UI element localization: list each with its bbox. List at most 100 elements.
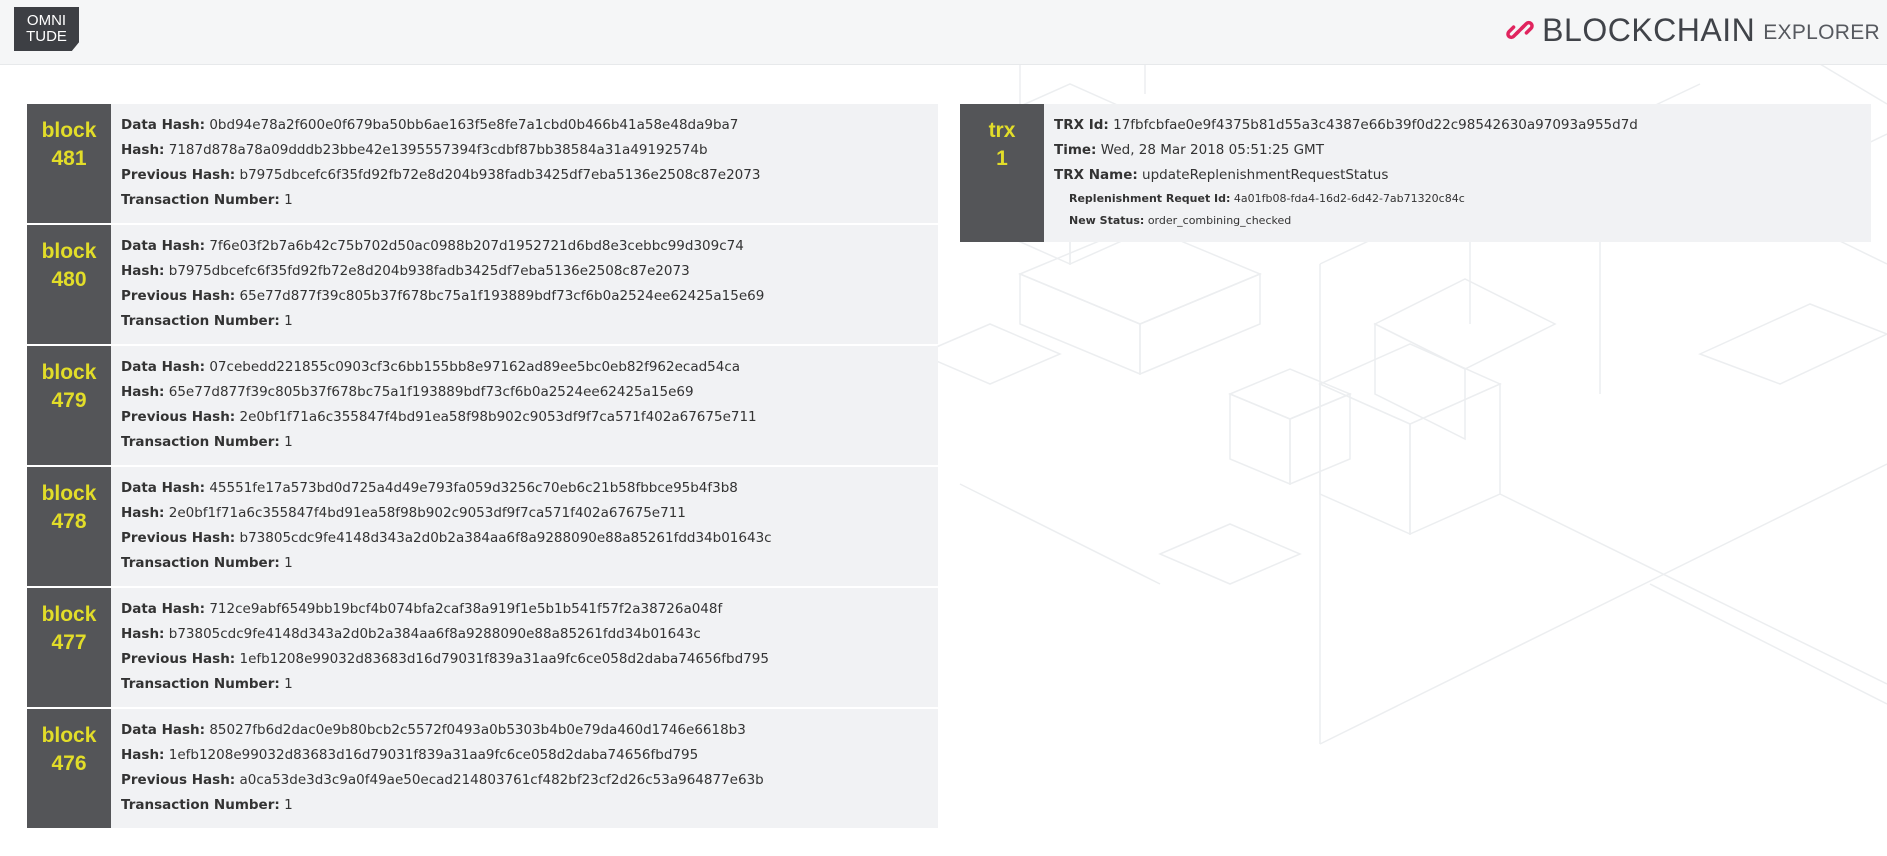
transaction-number-label: Transaction Number: [121,676,280,692]
previous-hash-row: Previous Hash: 1efb1208e99032d83683d16d7… [121,647,769,672]
transaction-number-label: Transaction Number: [121,797,280,813]
omnitude-logo[interactable]: OMNI TUDE [14,7,79,51]
transaction-number-value: 1 [284,434,293,450]
trx-id-label: TRX Id: [1054,117,1109,133]
previous-hash-value: a0ca53de3d3c9a0f49ae50ecad214803761cf482… [239,772,764,788]
hash-label: Hash: [121,384,165,400]
block-card[interactable]: block 479 Data Hash: 07cebedd221855c0903cf… [27,346,938,465]
previous-hash-value: 1efb1208e99032d83683d16d79031f839a31aa9f… [239,651,769,667]
previous-hash-value: 65e77d877f39c805b37f678bc75a1f193889bdf7… [239,288,765,304]
trx-id-value: 17fbfcbfae0e9f4375b81d55a3c4387e66b39f0d… [1113,117,1638,133]
previous-hash-row: Previous Hash: b73805cdc9fe4148d343a2d0b… [121,526,772,551]
previous-hash-row: Previous Hash: b7975dbcefc6f35fd92fb72e8… [121,163,760,188]
block-card[interactable]: block 480 Data Hash: 7f6e03f2b7a6b42c75b70… [27,225,938,344]
hash-value: 65e77d877f39c805b37f678bc75a1f193889bdf7… [168,384,694,400]
hash-label: Hash: [121,747,165,763]
trx-name-label: TRX Name: [1054,167,1138,183]
block-list: block 481 Data Hash: 0bd94e78a2f600e0f679b… [27,104,938,830]
block-number: 476 [51,752,87,775]
block-tag[interactable]: block 481 [27,104,111,223]
block-tag[interactable]: block 479 [27,346,111,465]
logo-line1: OMNI [26,12,67,29]
block-tag-label: block [41,119,97,142]
data-hash-row: Data Hash: 7f6e03f2b7a6b42c75b702d50ac09… [121,234,764,259]
hash-label: Hash: [121,142,165,158]
data-hash-value: 712ce9abf6549bb19bcf4b074bfa2caf38a919f1… [209,601,723,617]
transaction-number-row: Transaction Number: 1 [121,793,764,818]
block-tag[interactable]: block 480 [27,225,111,344]
hash-value: 7187d878a78a09dddb23bbe42e1395557394f3cd… [168,142,708,158]
block-tag-label: block [41,240,97,263]
data-hash-label: Data Hash: [121,238,206,254]
time-value: Wed, 28 Mar 2018 05:51:25 GMT [1100,142,1324,158]
hash-label: Hash: [121,505,165,521]
data-hash-row: Data Hash: 45551fe17a573bd0d725a4d49e793… [121,476,772,501]
block-card[interactable]: block 478 Data Hash: 45551fe17a573bd0d725a… [27,467,938,586]
transaction-number-row: Transaction Number: 1 [121,188,760,213]
transaction-number-value: 1 [284,676,293,692]
block-details: Data Hash: 7f6e03f2b7a6b42c75b702d50ac09… [111,225,774,344]
data-hash-row: Data Hash: 85027fb6d2dac0e9b80bcb2c5572f… [121,718,764,743]
transaction-card[interactable]: trx 1 TRX Id: 17fbfcbfae0e9f4375b81d55a3c4… [960,104,1871,242]
block-details: Data Hash: 07cebedd221855c0903cf3c6bb155… [111,346,767,465]
previous-hash-row: Previous Hash: 2e0bf1f71a6c355847f4bd91e… [121,405,757,430]
block-tag[interactable]: block 478 [27,467,111,586]
transaction-list: trx 1 TRX Id: 17fbfcbfae0e9f4375b81d55a3c4… [960,104,1871,244]
brand-title: BLOCKCHAIN EXPLORER [1506,10,1880,50]
previous-hash-label: Previous Hash: [121,167,236,183]
block-tag[interactable]: block 476 [27,709,111,828]
time-label: Time: [1054,142,1097,158]
logo-line2: TUDE [26,28,67,45]
data-hash-label: Data Hash: [121,480,206,496]
data-hash-value: 85027fb6d2dac0e9b80bcb2c5572f0493a0b5303… [209,722,746,738]
block-card[interactable]: block 476 Data Hash: 85027fb6d2dac0e9b80bc… [27,709,938,828]
block-tag-label: block [41,724,97,747]
data-hash-value: 0bd94e78a2f600e0f679ba50bb6ae163f5e8fe7a… [209,117,739,133]
trx-id-row: TRX Id: 17fbfcbfae0e9f4375b81d55a3c4387e… [1054,113,1638,138]
data-hash-row: Data Hash: 712ce9abf6549bb19bcf4b074bfa2… [121,597,769,622]
block-card[interactable]: block 477 Data Hash: 712ce9abf6549bb19bcf4… [27,588,938,707]
trx-details: TRX Id: 17fbfcbfae0e9f4375b81d55a3c4387e… [1044,104,1648,242]
transaction-number-value: 1 [284,797,293,813]
previous-hash-label: Previous Hash: [121,772,236,788]
transaction-number-label: Transaction Number: [121,555,280,571]
hash-value: b73805cdc9fe4148d343a2d0b2a384aa6f8a9288… [168,626,701,642]
data-hash-value: 7f6e03f2b7a6b42c75b702d50ac0988b207d1952… [209,238,744,254]
block-number: 478 [51,510,87,533]
hash-row: Hash: b73805cdc9fe4148d343a2d0b2a384aa6f… [121,622,769,647]
transaction-number-label: Transaction Number: [121,434,280,450]
hash-row: Hash: b7975dbcefc6f35fd92fb72e8d204b938f… [121,259,764,284]
new-status-row: New Status: order_combining_checked [1054,210,1638,232]
hash-label: Hash: [121,626,165,642]
previous-hash-row: Previous Hash: 65e77d877f39c805b37f678bc… [121,284,764,309]
transaction-number-row: Transaction Number: 1 [121,551,772,576]
data-hash-value: 45551fe17a573bd0d725a4d49e793fa059d3256c… [209,480,738,496]
hash-value: 2e0bf1f71a6c355847f4bd91ea58f98b902c9053… [168,505,686,521]
brand-title-sub: EXPLORER [1763,21,1880,44]
data-hash-label: Data Hash: [121,601,206,617]
block-details: Data Hash: 85027fb6d2dac0e9b80bcb2c5572f… [111,709,774,828]
block-details: Data Hash: 0bd94e78a2f600e0f679ba50bb6ae… [111,104,770,223]
data-hash-value: 07cebedd221855c0903cf3c6bb155bb8e97162ad… [209,359,741,375]
hash-value: 1efb1208e99032d83683d16d79031f839a31aa9f… [168,747,699,763]
brand-title-main: BLOCKCHAIN [1542,11,1756,48]
replenishment-id-row: Replenishment Requet Id: 4a01fb08-fda4-1… [1054,188,1638,210]
block-card[interactable]: block 481 Data Hash: 0bd94e78a2f600e0f679b… [27,104,938,223]
hash-value: b7975dbcefc6f35fd92fb72e8d204b938fadb342… [168,263,690,279]
data-hash-row: Data Hash: 07cebedd221855c0903cf3c6bb155… [121,355,757,380]
previous-hash-label: Previous Hash: [121,530,236,546]
block-tag-label: block [41,482,97,505]
data-hash-label: Data Hash: [121,722,206,738]
block-details: Data Hash: 45551fe17a573bd0d725a4d49e793… [111,467,782,586]
transaction-number-value: 1 [284,313,293,329]
block-tag[interactable]: block 477 [27,588,111,707]
previous-hash-label: Previous Hash: [121,288,236,304]
hash-row: Hash: 2e0bf1f71a6c355847f4bd91ea58f98b90… [121,501,772,526]
trx-tag[interactable]: trx 1 [960,104,1044,242]
block-details: Data Hash: 712ce9abf6549bb19bcf4b074bfa2… [111,588,779,707]
trx-name-value: updateReplenishmentRequestStatus [1142,167,1389,183]
transaction-number-row: Transaction Number: 1 [121,672,769,697]
data-hash-label: Data Hash: [121,359,206,375]
block-tag-label: block [41,361,97,384]
transaction-number-row: Transaction Number: 1 [121,309,764,334]
